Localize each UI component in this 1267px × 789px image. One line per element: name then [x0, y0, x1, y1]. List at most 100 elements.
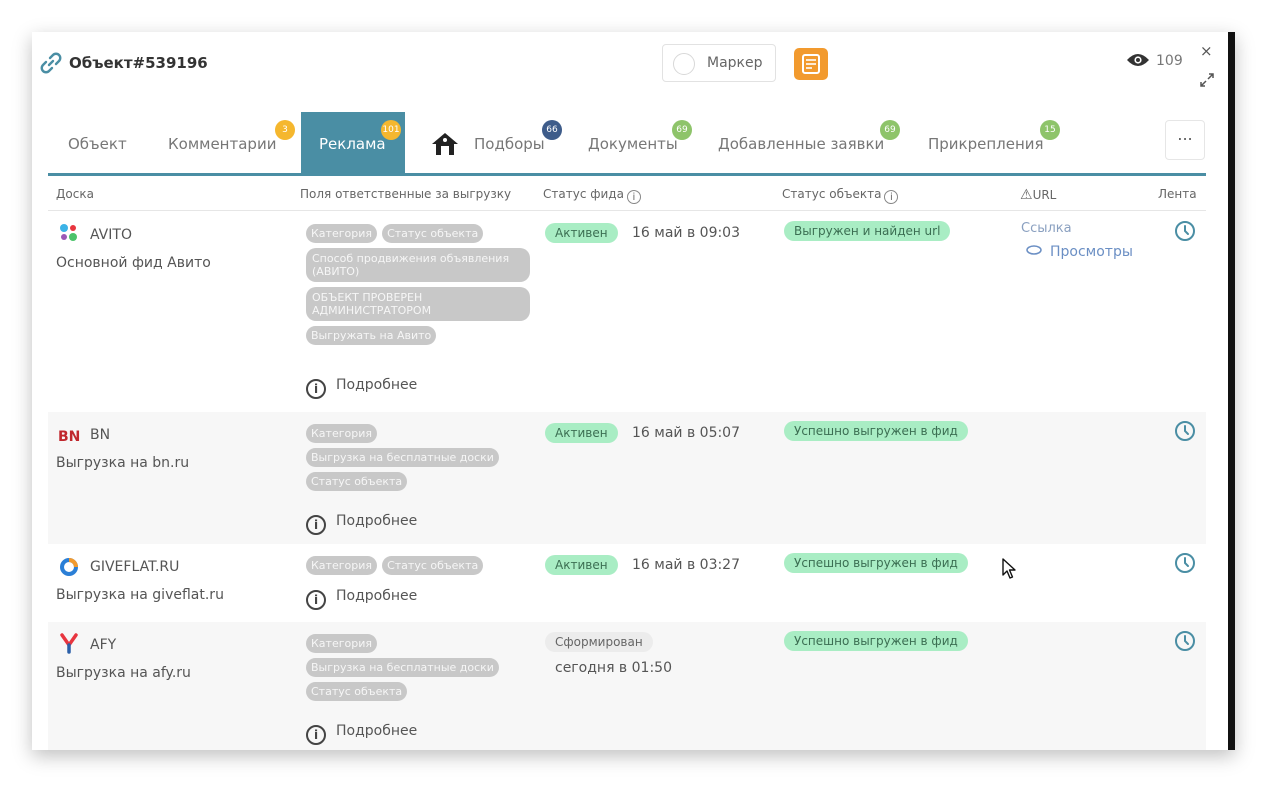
field-chips: Категория Выгрузка на бесплатные доски С…: [306, 634, 530, 706]
board-name: GIVEFLAT.RU: [90, 559, 180, 575]
details-label: Подробнее: [336, 588, 418, 604]
tab-selections[interactable]: Подборы 66: [422, 112, 562, 174]
tab-badge: 3: [275, 120, 295, 140]
object-window: Объект#539196 Маркер 109 × Объект Коммен…: [32, 32, 1235, 750]
feed-date: сегодня в 01:50: [555, 660, 672, 676]
feed-date: 16 май в 09:03: [632, 225, 741, 241]
info-icon: i: [306, 725, 326, 745]
field-chip: Категория: [306, 224, 377, 243]
link-icon[interactable]: [38, 50, 64, 76]
tab-advertising[interactable]: Реклама 101: [301, 112, 405, 174]
info-icon: i: [306, 590, 326, 610]
marker-button[interactable]: Маркер: [662, 44, 776, 82]
field-chip: Статус объекта: [306, 472, 408, 491]
table-row: BN BN Выгрузка на bn.ru Категория Выгруз…: [48, 412, 1206, 544]
board-description: Выгрузка на giveflat.ru: [56, 587, 224, 603]
table-row: GIVEFLAT.RU Выгрузка на giveflat.ru Кате…: [48, 544, 1206, 622]
feed-date: 16 май в 03:27: [632, 557, 741, 573]
tab-attachments[interactable]: Прикрепления 15: [912, 112, 1062, 174]
field-chip: Выгружать на Авито: [306, 326, 437, 345]
feed-status-badge: Активен: [545, 223, 618, 243]
field-chips: Категория Статус объекта Способ продвиже…: [306, 224, 530, 350]
board-name: BN: [90, 427, 111, 443]
clock-icon[interactable]: [1174, 630, 1196, 652]
col-header-fields: Поля ответственные за выгрузку: [300, 187, 512, 201]
cursor-icon: [1002, 558, 1016, 579]
field-chip: Статус объекта: [306, 682, 408, 701]
tab-label: Реклама: [319, 135, 386, 153]
window-header: Объект#539196 Маркер 109 ×: [32, 32, 1228, 98]
col-header-text: Статус фида: [543, 187, 624, 201]
feed-status-badge: Активен: [545, 555, 618, 575]
tab-badge: 69: [880, 120, 900, 140]
object-status-badge: Успешно выгружен в фид: [784, 631, 968, 651]
expand-icon[interactable]: [1199, 72, 1215, 88]
marker-circle-icon: [673, 53, 695, 75]
clock-icon[interactable]: [1174, 220, 1196, 242]
more-tabs-button[interactable]: ...: [1165, 120, 1205, 160]
bn-logo-icon: BN: [58, 429, 80, 445]
field-chip: Категория: [306, 556, 377, 575]
field-chips: Категория Статус объекта: [306, 556, 530, 580]
details-link[interactable]: i Подробнее: [306, 588, 417, 610]
url-link[interactable]: Ссылка: [1021, 221, 1072, 236]
tab-label: Документы: [588, 135, 678, 153]
document-icon: [802, 54, 820, 74]
field-chips: Категория Выгрузка на бесплатные доски С…: [306, 424, 530, 496]
svg-text:BN: BN: [58, 429, 80, 445]
info-icon[interactable]: i: [626, 190, 641, 204]
object-status-badge: Выгружен и найден url: [784, 221, 951, 241]
board-description: Выгрузка на afy.ru: [56, 665, 191, 681]
views-count: 109: [1156, 53, 1183, 69]
tab-added-requests[interactable]: Добавленные заявки 69: [702, 112, 902, 174]
details-link[interactable]: i Подробнее: [306, 723, 417, 745]
table-row: AVITO Основной фид Авито Категория Стату…: [48, 212, 1206, 412]
close-icon[interactable]: ×: [1200, 44, 1213, 59]
board-description: Выгрузка на bn.ru: [56, 455, 190, 471]
tab-badge: 69: [672, 120, 692, 140]
clock-icon[interactable]: [1174, 420, 1196, 442]
field-chip: Способ продвижения объявления (АВИТО): [306, 248, 530, 282]
field-chip: Категория: [306, 424, 377, 443]
tab-underline: [48, 173, 1206, 176]
col-header-url: ⚠URL: [1020, 187, 1056, 203]
feed-status-badge: Активен: [545, 423, 618, 443]
views-icon: [1026, 245, 1042, 255]
field-chip: Выгрузка на бесплатные доски: [306, 658, 499, 677]
feed-status-badge: Сформирован: [545, 632, 653, 652]
warning-icon: ⚠: [1020, 187, 1033, 203]
board-name: AVITO: [90, 227, 132, 243]
details-link[interactable]: i Подробнее: [306, 377, 417, 399]
tab-comments[interactable]: Комментарии 3: [152, 112, 302, 174]
avito-logo-icon: [60, 224, 77, 241]
views-link[interactable]: Просмотры: [1026, 244, 1133, 260]
details-label: Подробнее: [336, 377, 418, 393]
clock-icon[interactable]: [1174, 552, 1196, 574]
afy-logo-icon: [60, 633, 78, 654]
tab-bar: Объект Комментарии 3 Реклама 101 Подборы…: [32, 112, 1228, 174]
marker-label: Маркер: [707, 55, 763, 71]
table-row: AFY Выгрузка на afy.ru Категория Выгрузк…: [48, 622, 1206, 750]
field-chip: Статус объекта: [382, 224, 484, 243]
tab-badge: 15: [1040, 120, 1060, 140]
col-header-feed: Лента: [1158, 187, 1197, 201]
details-link[interactable]: i Подробнее: [306, 513, 417, 535]
tab-label: Комментарии: [168, 135, 277, 153]
views-label: Просмотры: [1050, 244, 1133, 260]
board-description: Основной фид Авито: [56, 255, 211, 271]
document-action-button[interactable]: [794, 48, 828, 80]
tab-badge: 66: [542, 120, 562, 140]
col-header-object-status: Статус объекта i: [782, 187, 899, 204]
eye-icon: [1127, 54, 1149, 66]
field-chip: Категория: [306, 634, 377, 653]
tab-documents[interactable]: Документы 69: [572, 112, 692, 174]
details-label: Подробнее: [336, 723, 418, 739]
tab-object[interactable]: Объект: [52, 112, 142, 174]
tab-label: Подборы: [474, 135, 545, 153]
object-status-badge: Успешно выгружен в фид: [784, 421, 968, 441]
info-icon[interactable]: i: [884, 190, 899, 204]
giveflat-logo-icon: [60, 558, 78, 576]
tab-badge: 101: [381, 120, 401, 140]
field-chip: Статус объекта: [382, 556, 484, 575]
feed-date: 16 май в 05:07: [632, 425, 741, 441]
